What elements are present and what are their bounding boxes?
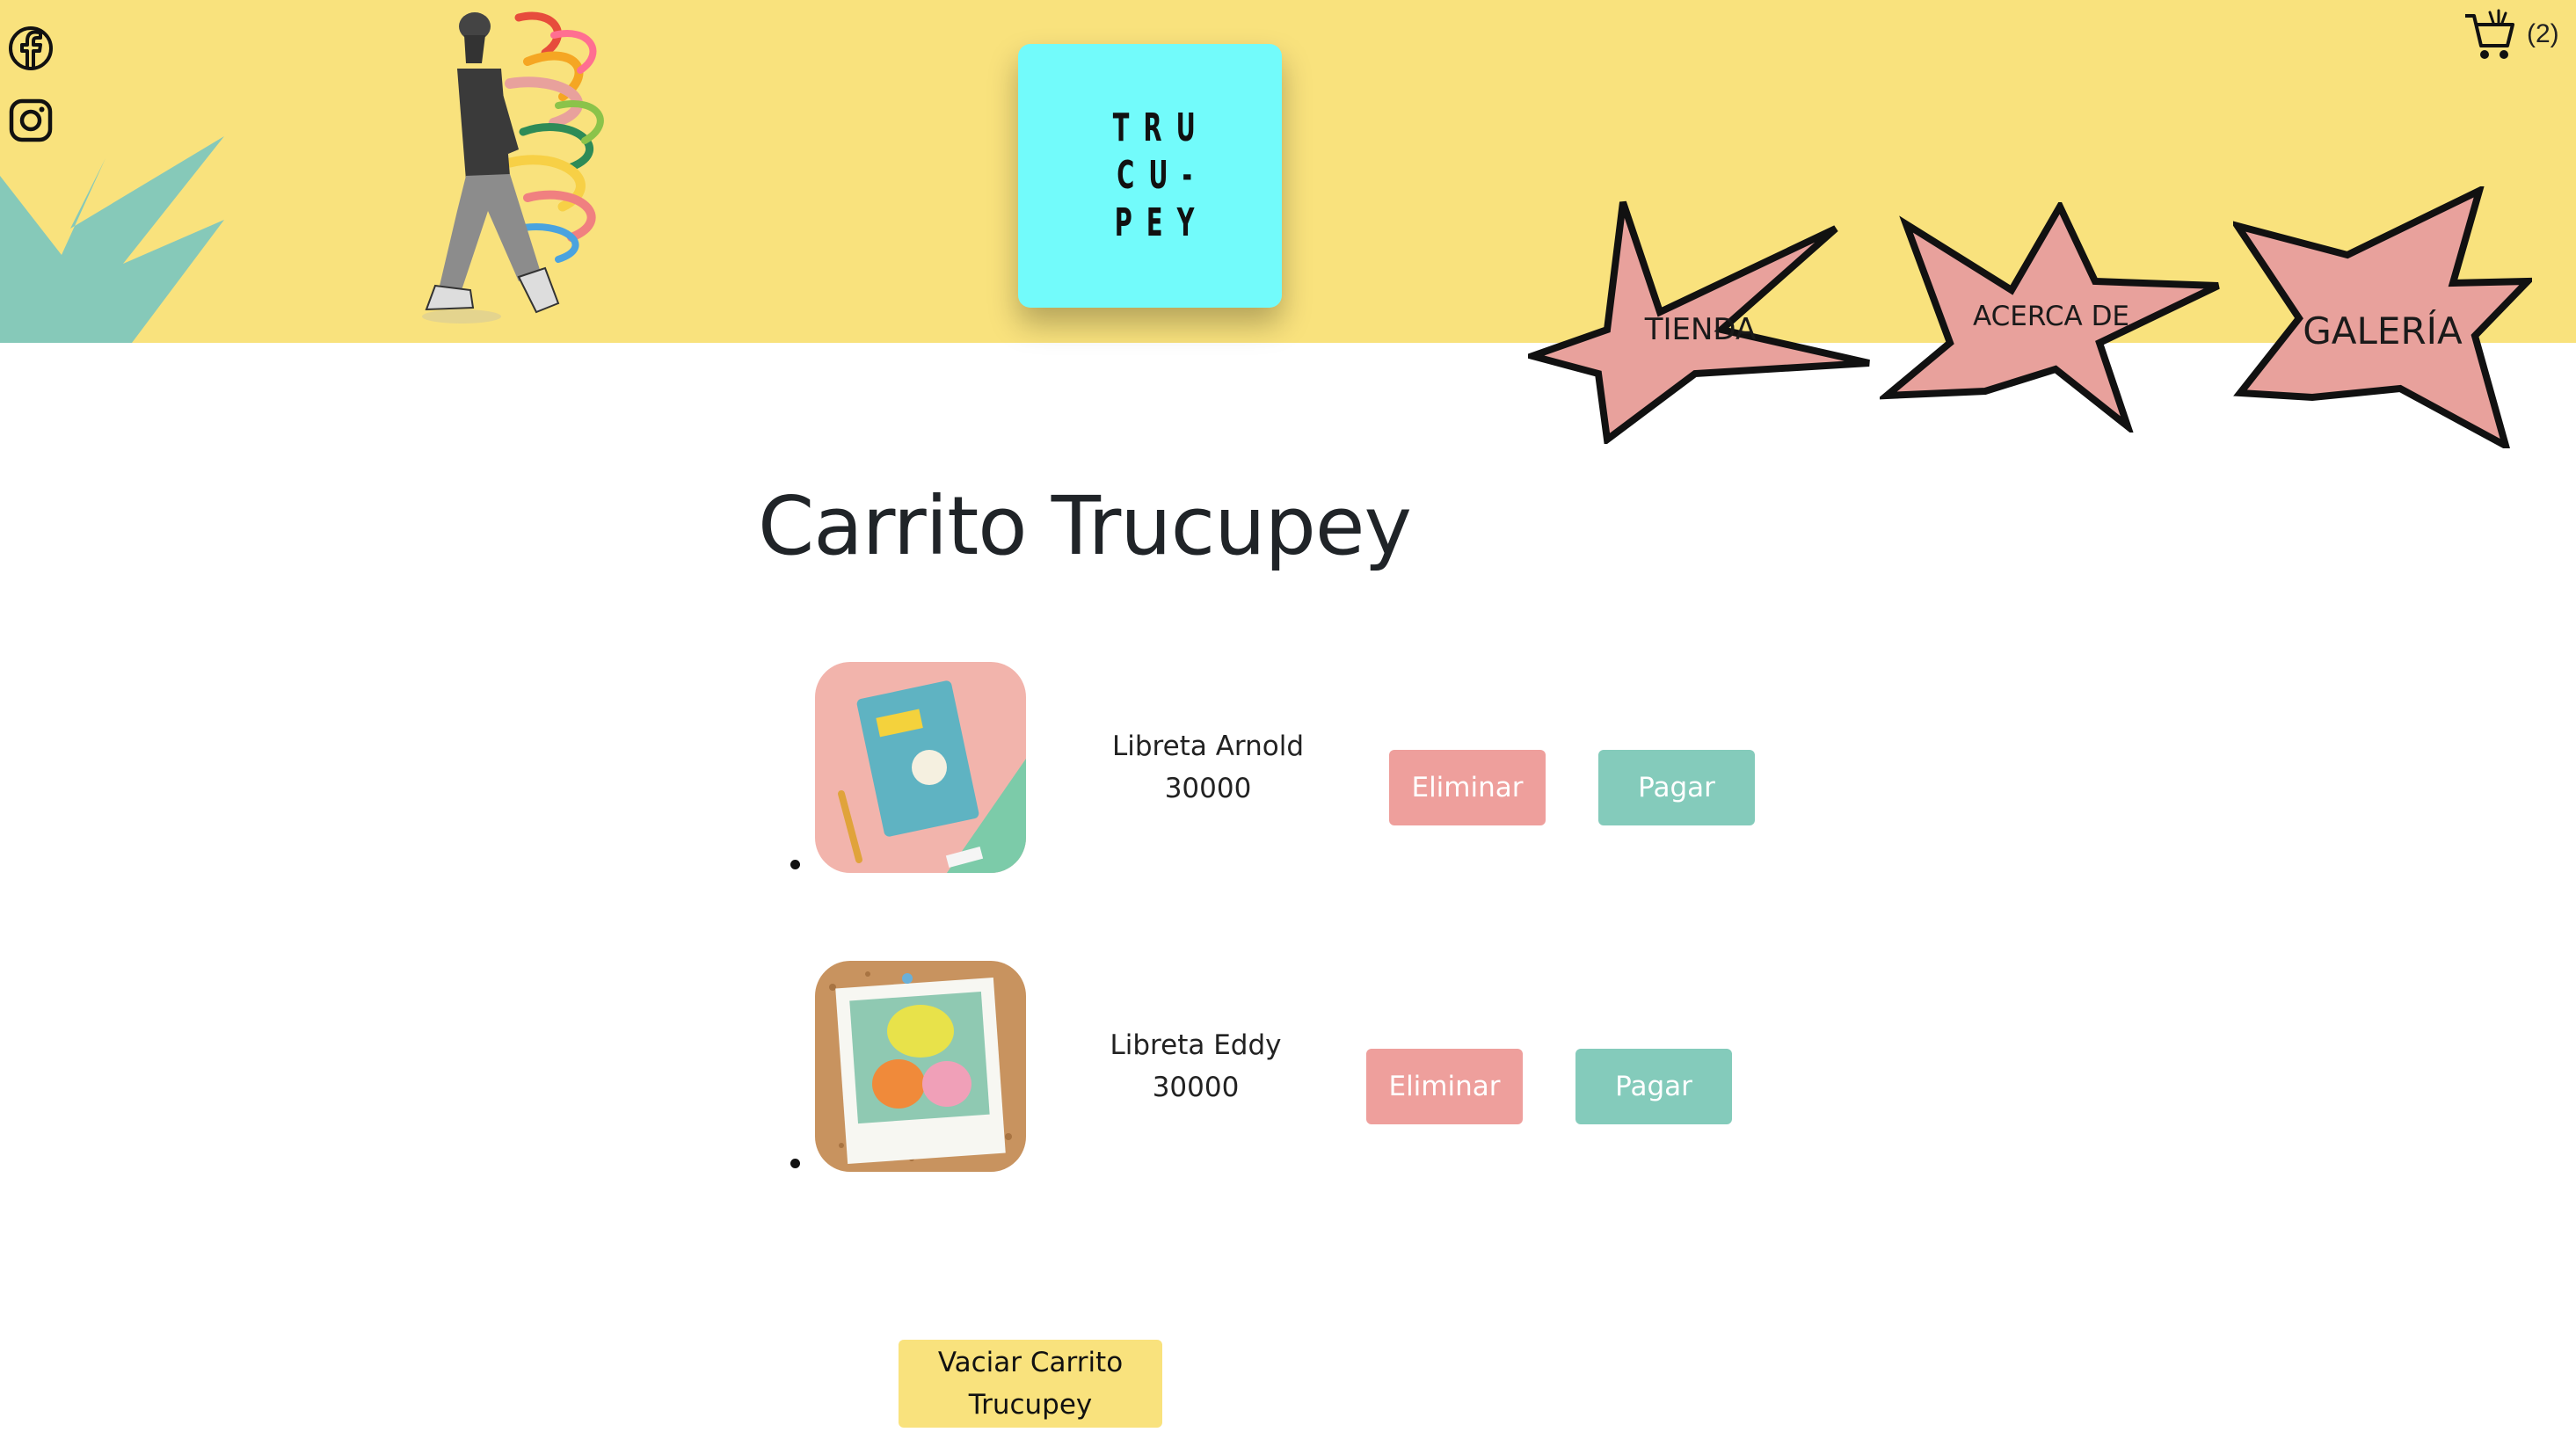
remove-item-button[interactable]: Eliminar [1366,1049,1523,1124]
cart-item: Libreta Eddy 30000 Eliminar Pagar [0,961,2576,1181]
list-bullet [790,860,800,869]
logo-line-3: PEY [1114,200,1209,245]
nav-acerca-de[interactable]: ACERCA DE [1880,202,2223,433]
pay-item-button[interactable]: Pagar [1598,750,1755,825]
product-info: Libreta Eddy 30000 [1064,1024,1328,1109]
cart-item: Libreta Arnold 30000 Eliminar Pagar [0,662,2576,882]
product-name: Libreta Eddy [1110,1029,1282,1061]
product-price: 30000 [1152,1072,1240,1103]
cart-link[interactable]: (2) [2462,4,2576,65]
shopping-cart-icon [2465,9,2514,59]
product-image-libreta-arnold [815,662,1026,873]
facebook-icon [9,26,53,70]
teal-spikes-decoration [0,136,224,343]
product-name: Libreta Arnold [1111,731,1304,762]
remove-item-button[interactable]: Eliminar [1389,750,1546,825]
pay-item-button[interactable]: Pagar [1575,1049,1732,1124]
walking-man-illustration [422,11,604,324]
product-image-libreta-eddy [815,961,1026,1172]
list-bullet [790,1159,800,1168]
product-info: Libreta Arnold 30000 [1076,725,1340,810]
empty-cart-button[interactable]: Vaciar Carrito Trucupey [899,1340,1162,1428]
nav-galeria-label: GALERÍA [2303,309,2463,353]
facebook-link[interactable] [7,25,55,72]
cart-count: (2) [2527,19,2559,48]
nav-tienda[interactable]: TIENDA [1528,198,1873,444]
logo-line-2: CU- [1117,153,1206,198]
logo-line-1: TRU [1112,105,1211,150]
product-price: 30000 [1164,773,1252,804]
nav-galeria[interactable]: GALERÍA [2233,186,2532,448]
nav-tienda-label: TIENDA [1644,312,1757,347]
brand-logo[interactable]: TRU CU- PEY [1018,44,1282,308]
page-title: Carrito Trucupey [758,479,1412,573]
nav-acerca-de-label: ACERCA DE [1972,301,2130,332]
